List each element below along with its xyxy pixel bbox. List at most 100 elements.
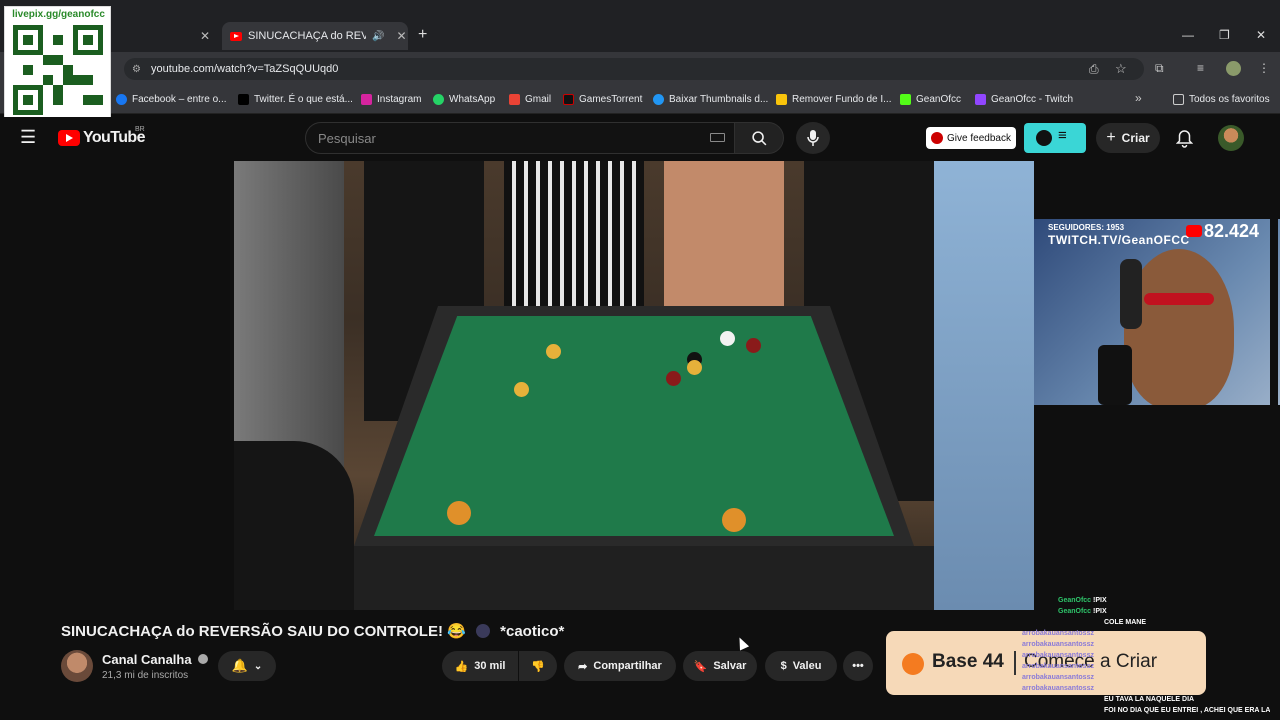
video-title-row: SINUCACHAÇA do REVERSÃO SAIU DO CONTROLE…	[61, 622, 564, 640]
keyboard-icon[interactable]	[710, 133, 725, 142]
mouse-cursor-icon	[734, 635, 750, 651]
headphones-icon	[1120, 259, 1142, 329]
window-close-icon[interactable]: ✕	[1256, 28, 1266, 42]
verified-icon	[198, 654, 209, 664]
channel-avatar[interactable]	[61, 650, 93, 682]
pool-ball	[666, 371, 681, 386]
chat-message: arrobakauansantossz	[1022, 663, 1094, 670]
url-text: youtube.com/watch?v=TaZSqQUUqd0	[150, 63, 339, 75]
more-actions-button[interactable]: •••	[843, 651, 873, 681]
pool-ball	[722, 508, 746, 532]
twitch-icon	[975, 93, 986, 105]
url-field[interactable]: ⚙ youtube.com/watch?v=TaZSqQUUqd0	[124, 58, 1144, 80]
bookmark-instagram[interactable]: Instagram	[361, 92, 421, 106]
share-icon: ➦	[578, 660, 588, 673]
bookmark-thumbnails[interactable]: Baixar Thumbnails d...	[653, 92, 768, 106]
notifications-bell-icon[interactable]	[1176, 129, 1193, 148]
user-avatar[interactable]	[1218, 125, 1244, 151]
bell-icon: 🔔	[231, 658, 248, 673]
more-bookmarks-icon[interactable]: »	[1135, 91, 1142, 105]
channel-name: Canal Canalha	[102, 652, 192, 667]
remove-bg-icon	[776, 93, 787, 105]
hamburger-menu-icon[interactable]: ☰	[20, 127, 36, 148]
super-thanks-icon: $	[780, 660, 787, 672]
youtube-favicon-icon	[230, 31, 242, 41]
profile-icon[interactable]	[1226, 61, 1241, 76]
like-count: 30 mil	[474, 660, 506, 672]
followers-label: SEGUIDORES: 1953	[1048, 223, 1125, 232]
youtube-logo-icon[interactable]	[58, 130, 80, 146]
new-tab-icon[interactable]: +	[418, 26, 427, 44]
gamestorrent-icon	[563, 93, 574, 105]
livepix-qr-overlay: livepix.gg/geanofcc	[4, 6, 111, 121]
search-button[interactable]	[734, 122, 784, 154]
voice-search-button[interactable]	[796, 122, 830, 154]
chat-message: arrobakauansantossz	[1022, 641, 1094, 648]
pool-table-base	[334, 546, 934, 610]
create-label: Criar	[1121, 131, 1150, 145]
menu-kebab-icon[interactable]: ⋮	[1258, 61, 1270, 75]
thanks-label: Valeu	[792, 660, 822, 672]
chat-message: arrobakauansantossz	[1022, 630, 1094, 637]
video-player[interactable]	[234, 161, 1034, 610]
site-info-icon[interactable]: ⚙	[132, 64, 141, 75]
chat-message: GeanOfcc !PIX	[1058, 597, 1107, 604]
share-button[interactable]: ➦ Compartilhar	[564, 651, 676, 681]
youtube-count-icon	[1186, 225, 1202, 237]
give-feedback-button[interactable]: Give feedback	[926, 127, 1016, 149]
subscribe-notification-button[interactable]: 🔔 ⌄	[218, 651, 276, 681]
restore-icon[interactable]: ❐	[1219, 28, 1230, 42]
tab-previous[interactable]: ✕	[112, 22, 220, 50]
thanks-button[interactable]: $ Valeu	[765, 651, 837, 681]
page-scrollbar[interactable]	[1270, 120, 1278, 720]
channel-name-row[interactable]: Canal Canalha	[102, 652, 209, 667]
microphone-icon	[807, 130, 819, 146]
streamer-webcam: SEGUIDORES: 1953 TWITCH.TV/GeanOFCC 82.4…	[1034, 219, 1280, 405]
pool-ball	[746, 338, 761, 353]
extension-button[interactable]: ≡	[1024, 123, 1086, 153]
search-icon	[752, 131, 767, 146]
bookmark-twitter[interactable]: Twitter. É o que está...	[238, 92, 353, 106]
chevron-down-icon: ⌄	[253, 660, 263, 672]
thumbs-down-icon: 👎	[531, 660, 545, 673]
speaker-icon[interactable]: 🔊	[372, 31, 384, 42]
bookmark-facebook[interactable]: Facebook – entre o...	[116, 92, 227, 106]
pool-ball	[546, 344, 561, 359]
bookmark-star-icon[interactable]: ☆	[1115, 61, 1127, 77]
chat-message: arrobakauansantossz	[1022, 674, 1094, 681]
bookmark-kick[interactable]: GeanOfcc	[900, 92, 961, 106]
view-counter: 82.424	[1204, 221, 1260, 241]
create-button[interactable]: + Criar	[1096, 123, 1160, 153]
twitch-channel-label: TWITCH.TV/GeanOFCC	[1048, 233, 1190, 247]
bookmark-whatsapp[interactable]: WhatsApp	[433, 92, 495, 106]
thumbs-up-icon: 👍	[454, 660, 469, 673]
person-foreground-shape	[234, 441, 354, 610]
all-bookmarks[interactable]: Todos os favoritos	[1173, 92, 1270, 106]
extensions-icon[interactable]: ⧉	[1155, 61, 1164, 76]
bookmark-gamestorrent[interactable]: GamesTorrent	[563, 92, 642, 106]
bookmark-remove-bg[interactable]: Remover Fundo de I...	[776, 92, 892, 106]
video-title: SINUCACHAÇA do REVERSÃO SAIU DO CONTROLE…	[61, 623, 466, 640]
install-icon[interactable]: ⎙	[1089, 62, 1099, 77]
extension-menu-icon: ≡	[1058, 127, 1067, 144]
thumbnails-icon	[653, 93, 664, 105]
search-input[interactable]: Pesquisar	[305, 122, 735, 154]
tab-youtube[interactable]: SINUCACHAÇA do REVERS 🔊 ✕	[222, 22, 408, 50]
close-tab-icon[interactable]: ✕	[396, 29, 406, 43]
cue-ball	[720, 331, 735, 346]
minimize-icon[interactable]: —	[1182, 28, 1194, 42]
chat-message: GeanOfcc !PIX	[1058, 608, 1107, 615]
save-button[interactable]: 🔖 Salvar	[683, 651, 757, 681]
close-tab-icon[interactable]: ✕	[200, 29, 210, 43]
save-label: Salvar	[713, 660, 747, 672]
video-tag: *caotico*	[500, 623, 565, 640]
chat-message: arrobakauansantossz	[1022, 685, 1094, 692]
like-button[interactable]: 👍 30 mil	[442, 651, 518, 681]
media-icon[interactable]: ≡	[1197, 61, 1204, 75]
tab-title: SINUCACHAÇA do REVERS	[248, 30, 366, 42]
ad-brand: Base 44	[932, 651, 1004, 672]
x-icon	[238, 93, 249, 105]
bookmark-gmail[interactable]: Gmail	[509, 92, 551, 106]
bookmark-twitch[interactable]: GeanOfcc - Twitch	[975, 92, 1073, 106]
dislike-button[interactable]: 👎	[519, 651, 557, 681]
